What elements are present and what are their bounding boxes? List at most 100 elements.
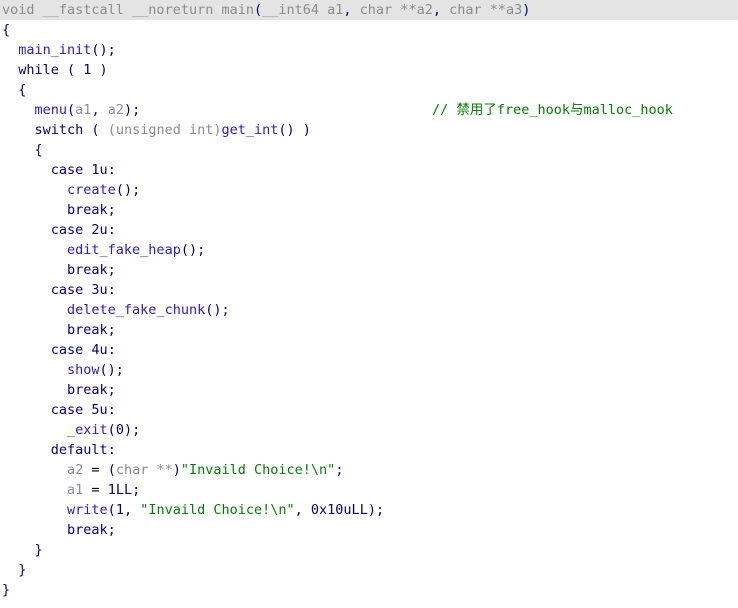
colon: : [107, 402, 116, 418]
function-call-main-init[interactable]: main_init [18, 42, 91, 58]
code-line-close-brace-switch[interactable]: } [0, 540, 738, 560]
keyword-while: while [18, 62, 59, 78]
code-line-case-2[interactable]: case 2u: [0, 220, 738, 240]
code-line-switch[interactable]: switch ( (unsigned int)get_int() ) [0, 120, 738, 140]
param3-name[interactable]: a3 [506, 2, 522, 18]
brace-open: { [18, 82, 27, 98]
comma-1: , [343, 2, 360, 18]
keyword-break: break [67, 202, 108, 218]
call-tail: ); [123, 422, 141, 438]
colon: : [107, 222, 116, 238]
code-line-close-brace-func[interactable]: } [0, 580, 738, 600]
function-call-menu[interactable]: menu [35, 102, 68, 118]
return-type: void [2, 2, 43, 18]
code-line-exit-call[interactable]: _exit(0); [0, 420, 738, 440]
code-line-break-1[interactable]: break; [0, 200, 738, 220]
code-line-break-2[interactable]: break; [0, 260, 738, 280]
string-literal-invalid-choice[interactable]: "Invaild Choice!\n" [181, 462, 335, 478]
brace-close: } [34, 542, 43, 558]
comma-2: , [294, 502, 311, 518]
variable-a2[interactable]: a2 [108, 102, 124, 118]
comment-disabled-hooks[interactable]: // 禁用了free_hook与malloc_hook [432, 100, 673, 120]
colon: : [107, 162, 116, 178]
code-line-assign-a2[interactable]: a2 = (char **)"Invaild Choice!\n"; [0, 460, 738, 480]
param3-type: char [449, 2, 490, 18]
case-value-1u: 1u [91, 162, 108, 178]
string-literal-invalid-choice[interactable]: "Invaild Choice!\n" [140, 502, 294, 518]
code-line-open-brace-func[interactable]: { [0, 20, 738, 40]
variable-a1[interactable]: a1 [67, 482, 83, 498]
case-value-4u: 4u [91, 342, 108, 358]
code-line-break-5[interactable]: break; [0, 520, 738, 540]
code-line-create-call[interactable]: create(); [0, 180, 738, 200]
code-line-show-call[interactable]: show(); [0, 360, 738, 380]
semicolon: ; [335, 462, 344, 478]
function-name-main[interactable]: main [221, 2, 254, 18]
code-line-case-3[interactable]: case 3u: [0, 280, 738, 300]
param1-name[interactable]: a1 [327, 2, 343, 18]
function-call-exit[interactable]: _exit [67, 422, 108, 438]
code-line-declaration[interactable]: void __fastcall __noreturn main(__int64 … [0, 0, 738, 20]
function-call-get-int[interactable]: get_int [221, 122, 278, 138]
code-line-menu-call[interactable]: menu(a1, a2); // 禁用了free_hook与malloc_hook [0, 100, 738, 120]
assign-operator: = [83, 462, 108, 478]
call-tail: ); [367, 502, 385, 518]
code-line-assign-a1[interactable]: a1 = 1LL; [0, 480, 738, 500]
case-value-3u: 3u [91, 282, 108, 298]
literal-1ll: 1LL [107, 482, 133, 498]
param3-stars: ** [489, 2, 507, 18]
paren-close: ) [522, 2, 531, 18]
keyword-break: break [67, 262, 108, 278]
param2-stars: ** [400, 2, 417, 18]
function-call-edit-fake-heap[interactable]: edit_fake_heap [67, 242, 181, 258]
variable-a2[interactable]: a2 [67, 462, 83, 478]
keyword-case: case [50, 282, 92, 298]
param2-name[interactable]: a2 [417, 2, 433, 18]
keyword-case: case [50, 342, 92, 358]
function-call-create[interactable]: create [67, 182, 116, 198]
code-line-delete-fake-chunk-call[interactable]: delete_fake_chunk(); [0, 300, 738, 320]
function-call-write[interactable]: write [67, 502, 108, 518]
code-line-case-5[interactable]: case 5u: [0, 400, 738, 420]
function-call-delete-fake-chunk[interactable]: delete_fake_chunk [67, 302, 205, 318]
write-length-0x10ull: 0x10uLL [310, 502, 368, 518]
semicolon: ; [107, 322, 116, 338]
code-line-default[interactable]: default: [0, 440, 738, 460]
code-line-write-call[interactable]: write(1, "Invaild Choice!\n", 0x10uLL); [0, 500, 738, 520]
code-line-close-brace-while[interactable]: } [0, 560, 738, 580]
comma-1: , [123, 502, 141, 518]
code-line-open-brace-switch[interactable]: { [0, 140, 738, 160]
code-line-while[interactable]: while ( 1 ) [0, 60, 738, 80]
call-tail: (); [91, 42, 116, 58]
code-line-open-brace-while[interactable]: { [0, 80, 738, 100]
pseudocode-view[interactable]: void __fastcall __noreturn main(__int64 … [0, 0, 738, 608]
code-line-edit-fake-heap-call[interactable]: edit_fake_heap(); [0, 240, 738, 260]
code-line-case-4[interactable]: case 4u: [0, 340, 738, 360]
keyword-break: break [67, 322, 108, 338]
comma-2: , [432, 2, 450, 18]
code-line-main-init-call[interactable]: main_init(); [0, 40, 738, 60]
call-tail: (); [205, 302, 230, 318]
function-call-show[interactable]: show [67, 362, 100, 378]
paren-open: ( [67, 102, 76, 118]
variable-a1[interactable]: a1 [75, 102, 91, 118]
code-line-break-3[interactable]: break; [0, 320, 738, 340]
case-value-5u: 5u [91, 402, 108, 418]
code-line-case-1[interactable]: case 1u: [0, 160, 738, 180]
code-line-break-4[interactable]: break; [0, 380, 738, 400]
